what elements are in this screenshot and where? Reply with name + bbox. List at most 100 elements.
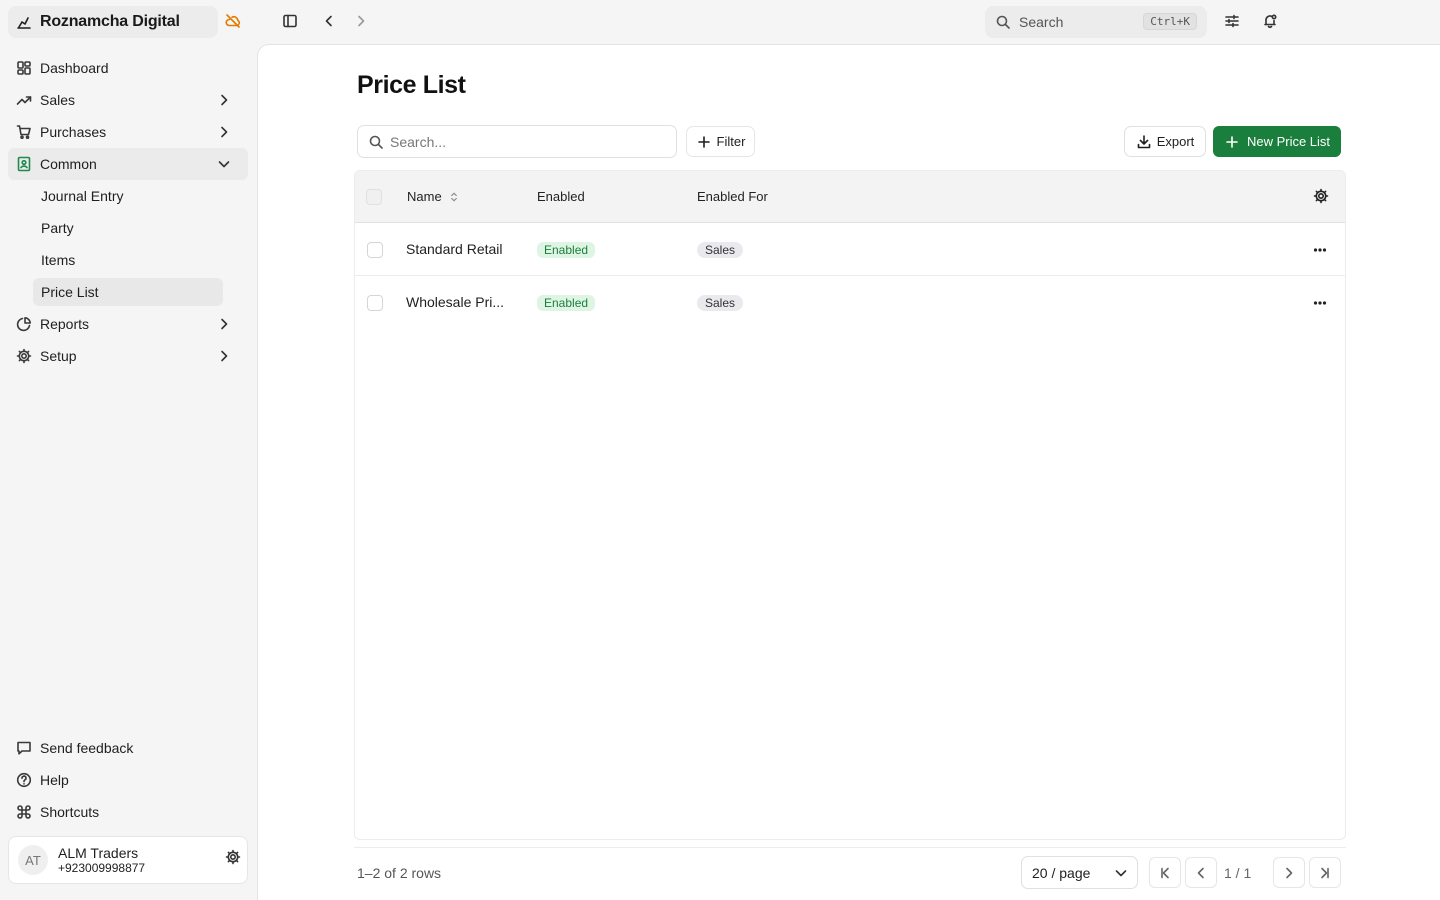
- forward-arrow-icon[interactable]: [353, 13, 369, 29]
- first-page-button[interactable]: [1149, 857, 1181, 888]
- sidebar-item-label: Dashboard: [40, 60, 109, 76]
- command-icon: [16, 804, 32, 820]
- sidebar: Roznamcha Digital Dashboard Sales Purcha…: [0, 0, 256, 900]
- sidebar-item-reports[interactable]: Reports: [8, 308, 248, 340]
- search-shortcut-hint: Ctrl+K: [1143, 13, 1197, 30]
- sidebar-footer-label: Help: [40, 772, 69, 788]
- chevrons-right-icon: [1317, 865, 1333, 881]
- sidebar-item-price-list[interactable]: Price List: [33, 278, 223, 306]
- global-search-label: Search: [1019, 14, 1064, 30]
- page-size-select[interactable]: 20 / page: [1021, 856, 1138, 889]
- user-info: ALM Traders +923009998877: [58, 845, 145, 875]
- column-header-enabled-for: Enabled For: [697, 189, 768, 204]
- app-switcher[interactable]: Roznamcha Digital: [8, 6, 218, 38]
- app-name: Roznamcha Digital: [40, 13, 180, 30]
- new-price-list-button[interactable]: New Price List: [1213, 126, 1341, 157]
- column-label: Enabled: [537, 189, 585, 204]
- sidebar-item-label: Purchases: [40, 124, 107, 140]
- app-logo-icon: [16, 14, 32, 30]
- chevron-down-icon: [216, 156, 232, 172]
- sidebar-item-dashboard[interactable]: Dashboard: [8, 52, 248, 84]
- common-submenu: Journal Entry Party Items Price List: [8, 180, 248, 306]
- sidebar-item-label: Common: [40, 156, 97, 172]
- last-page-button[interactable]: [1309, 857, 1341, 888]
- chevrons-left-icon: [1157, 865, 1173, 881]
- user-phone: +923009998877: [58, 861, 146, 875]
- sort-icon: [448, 191, 460, 203]
- sidebar-item-label: Sales: [40, 92, 76, 108]
- sidebar-item-setup[interactable]: Setup: [8, 340, 248, 372]
- chevron-right-icon: [1281, 865, 1297, 881]
- user-name: ALM Traders: [58, 845, 139, 861]
- message-icon: [16, 740, 32, 756]
- help-link[interactable]: Help: [8, 764, 248, 796]
- select-all-checkbox[interactable]: [366, 189, 382, 205]
- sidebar-item-journal-entry[interactable]: Journal Entry: [33, 180, 223, 212]
- sidebar-nav: Dashboard Sales Purchases Common Journal…: [8, 52, 248, 372]
- enabled-for-badge: Sales: [697, 242, 744, 258]
- notification-bell-icon[interactable]: [1262, 13, 1278, 29]
- export-label: Export: [1156, 134, 1195, 149]
- table-row[interactable]: Wholesale Pri... Enabled Sales: [355, 276, 1345, 329]
- cell-name: Wholesale Pri...: [406, 294, 505, 310]
- new-price-list-label: New Price List: [1246, 134, 1331, 149]
- user-card[interactable]: AT ALM Traders +923009998877: [8, 836, 248, 884]
- filter-button[interactable]: Filter: [686, 126, 755, 157]
- chevron-right-icon: [216, 92, 232, 108]
- trending-up-icon: [16, 92, 32, 108]
- sidebar-item-common[interactable]: Common: [8, 148, 248, 180]
- page-title: Price List: [357, 71, 466, 99]
- plus-icon: [1224, 134, 1240, 150]
- search-icon: [368, 134, 384, 150]
- chevron-down-icon: [1113, 865, 1129, 881]
- price-list-table: Name Enabled Enabled For Standard Retail…: [354, 170, 1346, 840]
- list-search-input[interactable]: [390, 133, 650, 150]
- chevron-right-icon: [216, 124, 232, 140]
- page-size-value: 20 / page: [1032, 864, 1091, 881]
- row-checkbox[interactable]: [367, 295, 383, 311]
- book-icon: [16, 156, 32, 172]
- sidebar-item-purchases[interactable]: Purchases: [8, 116, 248, 148]
- main-panel: Price List Filter Export New Price List …: [257, 44, 1440, 900]
- more-options-icon[interactable]: [1312, 242, 1328, 258]
- column-label: Enabled For: [697, 189, 768, 204]
- shortcuts-link[interactable]: Shortcuts: [8, 796, 248, 828]
- column-label: Name: [407, 189, 442, 204]
- sidebar-toggle-icon[interactable]: [282, 13, 298, 29]
- chevron-right-icon: [216, 316, 232, 332]
- sliders-icon[interactable]: [1224, 13, 1240, 29]
- enabled-for-badge: Sales: [697, 295, 744, 311]
- sidebar-item-label: Reports: [40, 316, 90, 332]
- settings-gear-icon[interactable]: [225, 849, 241, 865]
- chevron-left-icon: [1193, 865, 1209, 881]
- column-header-enabled: Enabled: [537, 189, 585, 204]
- send-feedback-link[interactable]: Send feedback: [8, 732, 248, 764]
- sidebar-footer-label: Send feedback: [40, 740, 134, 756]
- previous-page-button[interactable]: [1185, 857, 1217, 888]
- cell-name: Standard Retail: [406, 241, 503, 257]
- back-arrow-icon[interactable]: [321, 13, 337, 29]
- sidebar-item-items[interactable]: Items: [33, 244, 223, 276]
- cloud-off-icon[interactable]: [225, 13, 241, 29]
- global-search[interactable]: Search Ctrl+K: [985, 6, 1207, 38]
- page-indicator: 1 / 1: [1224, 865, 1252, 881]
- pie-chart-icon: [16, 316, 32, 332]
- gear-icon: [16, 348, 32, 364]
- table-row[interactable]: Standard Retail Enabled Sales: [355, 223, 1345, 276]
- column-settings-gear-icon[interactable]: [1313, 188, 1329, 204]
- more-options-icon[interactable]: [1312, 295, 1328, 311]
- export-button[interactable]: Export: [1124, 126, 1206, 157]
- divider: [354, 847, 1346, 848]
- status-badge: Enabled: [537, 295, 596, 311]
- sidebar-item-label: Setup: [40, 348, 77, 364]
- row-count: 1–2 of 2 rows: [357, 865, 442, 881]
- list-search[interactable]: [357, 125, 677, 158]
- column-header-name[interactable]: Name: [407, 189, 460, 204]
- next-page-button[interactable]: [1273, 857, 1305, 888]
- sidebar-footer: Send feedback Help Shortcuts: [8, 732, 248, 828]
- sidebar-item-party[interactable]: Party: [33, 212, 223, 244]
- dashboard-icon: [16, 60, 32, 76]
- row-checkbox[interactable]: [367, 242, 383, 258]
- table-header: Name Enabled Enabled For: [355, 171, 1345, 223]
- sidebar-item-sales[interactable]: Sales: [8, 84, 248, 116]
